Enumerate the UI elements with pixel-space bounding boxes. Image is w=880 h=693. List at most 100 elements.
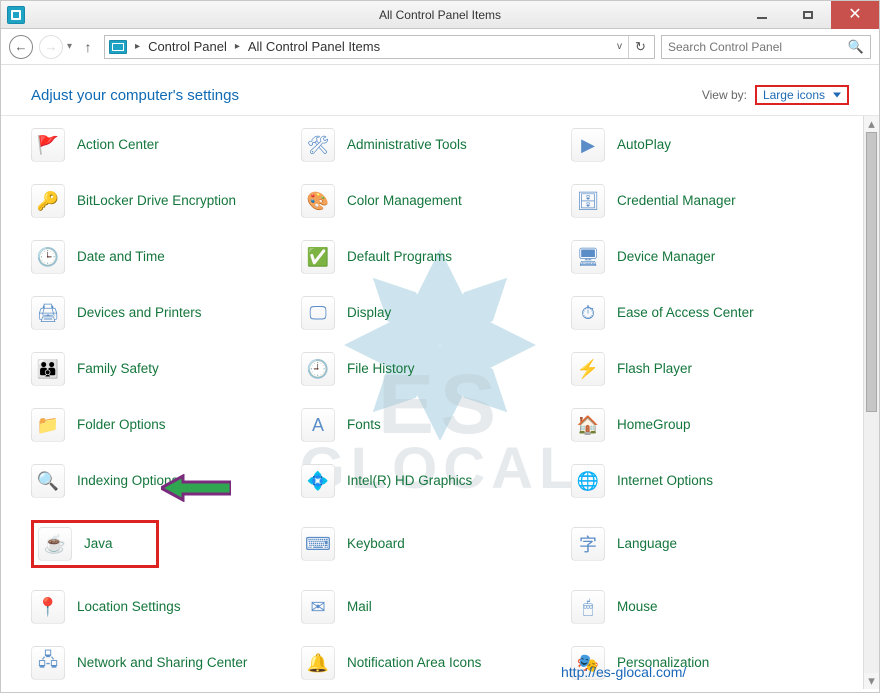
address-icon: [109, 40, 127, 54]
control-panel-item[interactable]: 🏠HomeGroup: [571, 408, 841, 442]
item-label: Display: [347, 305, 391, 321]
item-label: Location Settings: [77, 599, 181, 615]
control-panel-item[interactable]: ✉Mail: [301, 590, 571, 624]
control-panel-item[interactable]: ▶ AutoPlay: [571, 128, 841, 162]
breadcrumb[interactable]: All Control Panel Items: [244, 39, 384, 54]
item-icon: 🖥: [571, 240, 605, 274]
content-area: 🚩Action Center🛠Administrative Tools▶ Auto…: [1, 116, 879, 689]
item-icon: 🖨: [31, 296, 65, 330]
item-icon: 🖱: [571, 590, 605, 624]
vertical-scrollbar[interactable]: ▴ ▾: [863, 116, 879, 689]
minimize-button[interactable]: [739, 1, 785, 29]
control-panel-item[interactable]: 💠Intel(R) HD Graphics: [301, 464, 571, 498]
control-panel-item[interactable]: 🕒Date and Time: [31, 240, 301, 274]
item-icon: 🔔: [301, 646, 335, 680]
breadcrumb[interactable]: Control Panel: [144, 39, 231, 54]
refresh-button[interactable]: ↻: [628, 36, 652, 58]
item-icon: A: [301, 408, 335, 442]
viewby-value: Large icons: [763, 88, 825, 102]
page-heading: Adjust your computer's settings: [31, 87, 239, 104]
control-panel-item[interactable]: 🖨 Devices and Printers: [31, 296, 301, 330]
item-icon: 📍: [31, 590, 65, 624]
item-icon: 📁: [31, 408, 65, 442]
item-label: Keyboard: [347, 536, 405, 552]
scroll-down-icon[interactable]: ▾: [864, 673, 879, 689]
back-button[interactable]: ←: [9, 35, 33, 59]
control-panel-item[interactable]: AFonts: [301, 408, 571, 442]
control-panel-item[interactable]: 🖧 Network and Sharing Center: [31, 646, 301, 680]
item-label: AutoPlay: [617, 137, 671, 153]
item-label: Flash Player: [617, 361, 692, 377]
item-label: Ease of Access Center: [617, 305, 754, 321]
item-label: Default Programs: [347, 249, 452, 265]
control-panel-item[interactable]: ⏱ Ease of Access Center: [571, 296, 841, 330]
item-label: Notification Area Icons: [347, 655, 481, 671]
control-panel-item[interactable]: 🗄 Credential Manager: [571, 184, 841, 218]
control-panel-item[interactable]: ⚡ Flash Player: [571, 352, 841, 386]
control-panel-item[interactable]: 🖵Display: [301, 296, 571, 330]
item-label: HomeGroup: [617, 417, 691, 433]
item-icon: ☕: [38, 527, 72, 561]
address-dropdown-icon[interactable]: v: [617, 41, 622, 52]
item-icon: 字: [571, 527, 605, 561]
viewby-dropdown[interactable]: Large icons: [755, 85, 849, 105]
history-dropdown-icon[interactable]: ▾: [67, 41, 72, 52]
item-label: Color Management: [347, 193, 462, 209]
maximize-button[interactable]: [785, 1, 831, 29]
control-panel-item[interactable]: 🕘File History: [301, 352, 571, 386]
item-label: Devices and Printers: [77, 305, 202, 321]
navigation-bar: ← → ▾ ↑ ▸ Control Panel ▸ All Control Pa…: [1, 29, 879, 65]
search-icon: 🔍: [848, 39, 864, 55]
item-label: Mail: [347, 599, 372, 615]
subheader: Adjust your computer's settings View by:…: [1, 65, 879, 116]
item-label: Credential Manager: [617, 193, 736, 209]
annotation-url: http://es-glocal.com/: [561, 664, 686, 680]
item-label: BitLocker Drive Encryption: [77, 193, 236, 209]
item-icon: ⚡: [571, 352, 605, 386]
item-label: File History: [347, 361, 415, 377]
item-label: Folder Options: [77, 417, 166, 433]
item-label: Device Manager: [617, 249, 715, 265]
item-icon: ▶: [571, 128, 605, 162]
control-panel-item[interactable]: 🎨 Color Management: [301, 184, 571, 218]
item-icon: 🔍: [31, 464, 65, 498]
scroll-up-icon[interactable]: ▴: [864, 116, 879, 132]
up-button[interactable]: ↑: [78, 37, 98, 57]
control-panel-item[interactable]: 📁 Folder Options: [31, 408, 301, 442]
close-button[interactable]: ✕: [831, 1, 879, 29]
address-bar[interactable]: ▸ Control Panel ▸ All Control Panel Item…: [104, 35, 655, 59]
item-label: Network and Sharing Center: [77, 655, 247, 671]
control-panel-item[interactable]: ⌨Keyboard: [301, 520, 571, 568]
control-panel-item[interactable]: 📍 Location Settings: [31, 590, 301, 624]
item-icon: 🗄: [571, 184, 605, 218]
control-panel-item[interactable]: 字 Language: [571, 520, 841, 568]
control-panel-item[interactable]: 🚩Action Center: [31, 128, 301, 162]
item-icon: ⏱: [571, 296, 605, 330]
item-icon: 🎨: [301, 184, 335, 218]
annotation-arrow-icon: [161, 474, 231, 502]
control-panel-item[interactable]: 🛠Administrative Tools: [301, 128, 571, 162]
item-icon: 👪: [31, 352, 65, 386]
viewby-label: View by:: [702, 88, 747, 102]
item-icon: 🛠: [301, 128, 335, 162]
forward-button[interactable]: →: [39, 35, 63, 59]
control-panel-item[interactable]: 🌐Internet Options: [571, 464, 841, 498]
control-panel-item[interactable]: 👪Family Safety: [31, 352, 301, 386]
control-panel-item[interactable]: ☕Java: [31, 520, 159, 568]
item-label: Mouse: [617, 599, 658, 615]
control-panel-item[interactable]: ✅Default Programs: [301, 240, 571, 274]
control-panel-item[interactable]: 🔑BitLocker Drive Encryption: [31, 184, 301, 218]
item-label: Internet Options: [617, 473, 713, 489]
control-panel-item[interactable]: 🖥 Device Manager: [571, 240, 841, 274]
search-box[interactable]: 🔍: [661, 35, 871, 59]
control-panel-item[interactable]: 🔔 Notification Area Icons: [301, 646, 571, 680]
scrollbar-thumb[interactable]: [866, 132, 877, 412]
item-icon: 💠: [301, 464, 335, 498]
search-input[interactable]: [668, 40, 844, 54]
breadcrumb-separator-icon: ▸: [131, 41, 144, 52]
breadcrumb-separator-icon: ▸: [231, 41, 244, 52]
item-label: Language: [617, 536, 677, 552]
item-icon: 🖧: [31, 646, 65, 680]
control-panel-item[interactable]: 🖱 Mouse: [571, 590, 841, 624]
item-icon: 🕒: [31, 240, 65, 274]
